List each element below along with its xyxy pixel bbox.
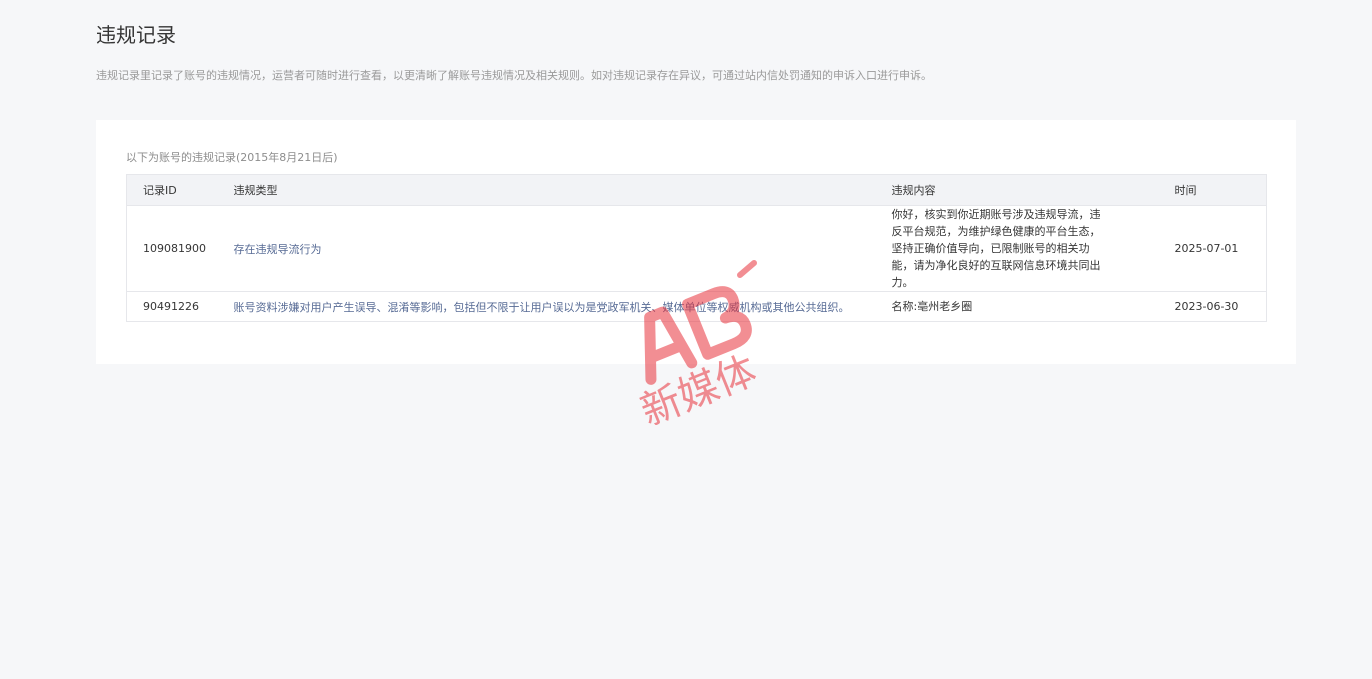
table-row: 90491226 账号资料涉嫌对用户产生误导、混淆等影响，包括但不限于让用户误以… — [126, 291, 1267, 322]
violation-type-cell: 存在违规导流行为 — [233, 205, 892, 292]
column-header-violation-content: 违规内容 — [891, 174, 1175, 206]
record-id-cell: 90491226 — [126, 291, 234, 322]
page-title: 违规记录 — [96, 23, 176, 47]
page-description: 违规记录里记录了账号的违规情况，运营者可随时进行查看，以更清晰了解账号违规情况及… — [96, 69, 932, 82]
violation-type-text: 账号资料涉嫌对用户产生误导、混淆等影响，包括但不限于让用户误以为是党政军机关、媒… — [233, 300, 850, 314]
time-cell: 2023-06-30 — [1174, 291, 1267, 322]
violation-records-card: 以下为账号的违规记录(2015年8月21日后) 记录ID 违规类型 违规内容 时… — [96, 120, 1296, 364]
table-header-row: 记录ID 违规类型 违规内容 时间 — [126, 174, 1267, 206]
violation-type-cell: 账号资料涉嫌对用户产生误导、混淆等影响，包括但不限于让用户误以为是党政军机关、媒… — [233, 291, 892, 322]
table-caption: 以下为账号的违规记录(2015年8月21日后) — [126, 151, 338, 164]
column-header-time: 时间 — [1174, 174, 1267, 206]
violation-content-cell: 名称:亳州老乡圈 — [891, 291, 1175, 322]
violation-content-text: 名称:亳州老乡圈 — [891, 300, 973, 313]
table-row: 109081900 存在违规导流行为 你好，核实到你近期账号涉及违规导流，违反平… — [126, 205, 1267, 292]
column-header-record-id: 记录ID — [126, 174, 234, 206]
record-id-cell: 109081900 — [126, 205, 234, 292]
time-cell: 2025-07-01 — [1174, 205, 1267, 292]
violation-content-cell: 你好，核实到你近期账号涉及违规导流，违反平台规范，为维护绿色健康的平台生态，坚持… — [891, 205, 1175, 292]
column-header-violation-type: 违规类型 — [233, 174, 892, 206]
violation-type-text: 存在违规导流行为 — [233, 242, 322, 256]
violation-content-text: 你好，核实到你近期账号涉及违规导流，违反平台规范，为维护绿色健康的平台生态，坚持… — [891, 208, 1101, 289]
violation-records-table: 记录ID 违规类型 违规内容 时间 109081900 存在违规导流行为 你好，… — [126, 174, 1267, 322]
